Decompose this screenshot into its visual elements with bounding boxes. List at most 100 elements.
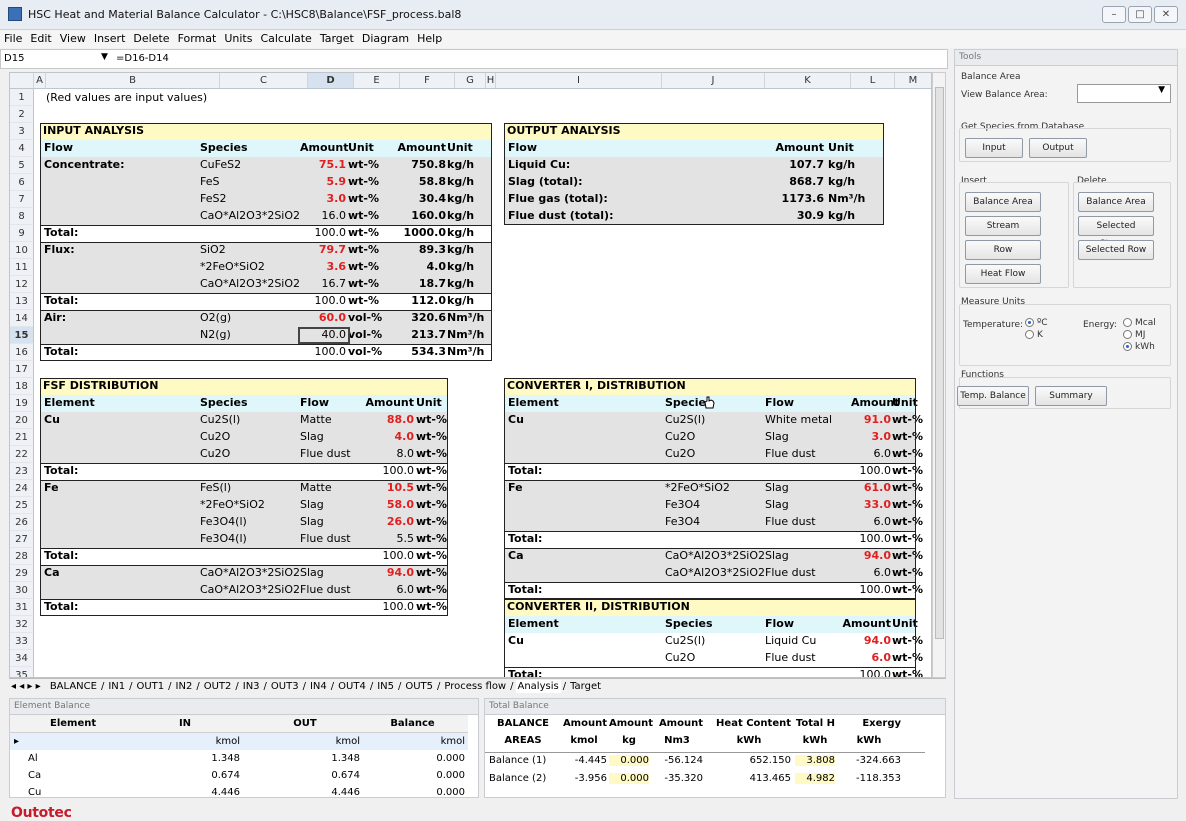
row-header-21[interactable]: 21 xyxy=(10,429,34,446)
column-header-h[interactable]: H xyxy=(486,73,496,89)
element-balance-cell[interactable]: Cu xyxy=(28,787,88,798)
menu-units[interactable]: Units xyxy=(220,30,256,47)
tab-out3[interactable]: OUT3 xyxy=(269,680,301,693)
insert-row-button[interactable]: Row xyxy=(965,240,1041,260)
column-header-b[interactable]: B xyxy=(46,73,220,89)
column-header-a[interactable]: A xyxy=(34,73,46,89)
menu-file[interactable]: File xyxy=(0,30,26,47)
column-header-j[interactable]: J xyxy=(662,73,765,89)
close-button[interactable]: ✕ xyxy=(1154,6,1178,23)
total-balance-cell[interactable]: -3.956 xyxy=(561,773,607,784)
temp-celsius-radio[interactable] xyxy=(1025,318,1034,327)
total-balance-cell[interactable]: -56.124 xyxy=(651,755,703,766)
energy-mj-radio[interactable] xyxy=(1123,330,1132,339)
row-header-4[interactable]: 4 xyxy=(10,140,34,157)
row-header-6[interactable]: 6 xyxy=(10,174,34,191)
row-header-8[interactable]: 8 xyxy=(10,208,34,225)
column-header-e[interactable]: E xyxy=(354,73,400,89)
tab-analysis[interactable]: Analysis xyxy=(515,680,561,693)
tab-out1[interactable]: OUT1 xyxy=(134,680,166,693)
row-header-33[interactable]: 33 xyxy=(10,633,34,650)
column-header-i[interactable]: I xyxy=(496,73,662,89)
row-header-20[interactable]: 20 xyxy=(10,412,34,429)
formula-input[interactable]: =D16-D14 xyxy=(116,53,169,64)
element-balance-cell[interactable]: 1.348 xyxy=(130,753,240,764)
row-header-19[interactable]: 19 xyxy=(10,395,34,412)
element-balance-cell[interactable]: 4.446 xyxy=(130,787,240,798)
total-balance-cell[interactable]: -4.445 xyxy=(561,755,607,766)
input-button[interactable]: Input xyxy=(965,138,1023,158)
row-header-27[interactable]: 27 xyxy=(10,531,34,548)
menu-insert[interactable]: Insert xyxy=(90,30,130,47)
row-header-18[interactable]: 18 xyxy=(10,378,34,395)
row-header-1[interactable]: 1 xyxy=(10,89,34,106)
tab-in2[interactable]: IN2 xyxy=(174,680,195,693)
tab-out2[interactable]: OUT2 xyxy=(202,680,234,693)
delete-balance-area-button[interactable]: Balance Area xyxy=(1078,192,1154,212)
column-header-d[interactable]: D xyxy=(308,73,354,89)
row-header-22[interactable]: 22 xyxy=(10,446,34,463)
cell-reference[interactable]: D15 xyxy=(4,53,24,64)
tab-balance[interactable]: BALANCE xyxy=(48,680,99,693)
tab-nav-icon[interactable]: ◂ ◂ ▸ ▸ xyxy=(9,680,43,693)
energy-mcal-radio[interactable] xyxy=(1123,318,1132,327)
row-header-34[interactable]: 34 xyxy=(10,650,34,667)
total-balance-cell[interactable]: 0.000 xyxy=(609,755,649,766)
tab-in3[interactable]: IN3 xyxy=(241,680,262,693)
element-balance-cell[interactable]: 1.348 xyxy=(250,753,360,764)
insert-heat-flow-button[interactable]: Heat Flow xyxy=(965,264,1041,284)
delete-selected-stream-button[interactable]: Selected Stream xyxy=(1078,216,1154,249)
insert-balance-area-button[interactable]: Balance Area xyxy=(965,192,1041,212)
row-header-14[interactable]: 14 xyxy=(10,310,34,327)
summary-button[interactable]: Summary xyxy=(1035,386,1107,406)
total-balance-cell[interactable]: -35.320 xyxy=(651,773,703,784)
chevron-down-icon[interactable]: ▼ xyxy=(101,52,108,62)
menu-diagram[interactable]: Diagram xyxy=(358,30,413,47)
row-header-29[interactable]: 29 xyxy=(10,565,34,582)
element-balance-cell[interactable]: 0.000 xyxy=(360,770,465,781)
temp-balance-button[interactable]: Temp. Balance xyxy=(957,386,1029,406)
row-header-24[interactable]: 24 xyxy=(10,480,34,497)
element-balance-cell[interactable]: 0.674 xyxy=(250,770,360,781)
row-header-7[interactable]: 7 xyxy=(10,191,34,208)
column-header-f[interactable]: F xyxy=(400,73,455,89)
vertical-scrollbar[interactable] xyxy=(932,72,946,678)
column-header-l[interactable]: L xyxy=(851,73,895,89)
total-balance-cell[interactable]: 413.465 xyxy=(707,773,791,784)
scrollbar-thumb[interactable] xyxy=(935,87,944,639)
menu-calculate[interactable]: Calculate xyxy=(256,30,315,47)
element-balance-cell[interactable]: Al xyxy=(28,753,88,764)
minimize-button[interactable]: – xyxy=(1102,6,1126,23)
column-header-c[interactable]: C xyxy=(220,73,308,89)
row-header-10[interactable]: 10 xyxy=(10,242,34,259)
total-balance-cell[interactable]: -118.353 xyxy=(837,773,901,784)
energy-kwh-radio[interactable] xyxy=(1123,342,1132,351)
element-balance-cell[interactable]: 0.000 xyxy=(360,787,465,798)
element-balance-cell[interactable]: 0.674 xyxy=(130,770,240,781)
tab-in4[interactable]: IN4 xyxy=(308,680,329,693)
view-balance-area-dropdown[interactable]: ▼ xyxy=(1077,84,1171,103)
tab-in5[interactable]: IN5 xyxy=(375,680,396,693)
delete-selected-row-button[interactable]: Selected Row xyxy=(1078,240,1154,260)
tab-out5[interactable]: OUT5 xyxy=(403,680,435,693)
maximize-button[interactable]: □ xyxy=(1128,6,1152,23)
row-header-23[interactable]: 23 xyxy=(10,463,34,480)
menu-edit[interactable]: Edit xyxy=(26,30,55,47)
menu-delete[interactable]: Delete xyxy=(129,30,173,47)
row-header-15[interactable]: 15 xyxy=(10,327,34,344)
row-header-30[interactable]: 30 xyxy=(10,582,34,599)
row-header-28[interactable]: 28 xyxy=(10,548,34,565)
insert-stream-button[interactable]: Stream xyxy=(965,216,1041,236)
spreadsheet-grid[interactable]: ABCDEFGHIJKLM 1 2 3 4 5 6 7 8 9 10 11 12 13 14 15 16 17 1… xyxy=(9,72,932,678)
total-balance-cell[interactable]: 4.982 xyxy=(795,773,835,784)
total-balance-cell[interactable]: 0.000 xyxy=(609,773,649,784)
total-balance-cell[interactable]: 3.808 xyxy=(795,755,835,766)
row-header-9[interactable]: 9 xyxy=(10,225,34,242)
element-balance-cell[interactable]: Ca xyxy=(28,770,88,781)
row-header-35[interactable]: 35 xyxy=(10,667,34,677)
tab-target[interactable]: Target xyxy=(568,680,603,693)
row-header-32[interactable]: 32 xyxy=(10,616,34,633)
column-header-m[interactable]: M xyxy=(895,73,931,89)
total-balance-cell[interactable]: -324.663 xyxy=(837,755,901,766)
row-header-31[interactable]: 31 xyxy=(10,599,34,616)
